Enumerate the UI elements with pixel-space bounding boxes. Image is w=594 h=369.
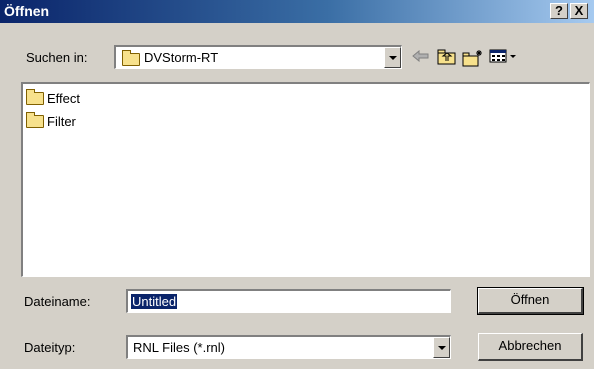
look-in-label: Suchen in:: [26, 50, 88, 65]
back-arrow-icon[interactable]: [410, 49, 432, 67]
filetype-label: Dateityp:: [24, 340, 76, 355]
folder-icon: [26, 111, 44, 128]
window-title: Öffnen: [4, 3, 50, 19]
close-button[interactable]: X: [570, 3, 588, 19]
filename-label: Dateiname:: [24, 294, 91, 309]
list-item-label: Effect: [47, 90, 81, 106]
cancel-button[interactable]: Abbrechen: [478, 333, 583, 361]
help-button[interactable]: ?: [550, 3, 568, 19]
filetype-dropdown-button[interactable]: [433, 337, 450, 358]
filetype-select[interactable]: RNL Files (*.rnl): [126, 335, 451, 359]
filename-value: Untitled: [131, 294, 178, 309]
filename-field[interactable]: Untitled: [126, 289, 451, 313]
folder-icon: [26, 88, 44, 105]
list-item[interactable]: Effect: [26, 88, 81, 106]
folder-open-icon: [122, 50, 140, 66]
up-folder-icon[interactable]: [436, 49, 458, 67]
filetype-value: RNL Files (*.rnl): [133, 340, 225, 355]
look-in-dropdown-button[interactable]: [384, 47, 401, 68]
open-button[interactable]: Öffnen: [477, 287, 584, 315]
list-item-label: Filter: [47, 113, 76, 129]
title-bar[interactable]: Öffnen ? X: [0, 0, 594, 23]
look-in-value: DVStorm-RT: [144, 50, 219, 65]
look-in-combo[interactable]: DVStorm-RT: [114, 45, 402, 69]
new-folder-icon[interactable]: [462, 49, 484, 67]
file-list[interactable]: Effect Filter: [21, 82, 590, 277]
list-item[interactable]: Filter: [26, 111, 76, 129]
view-menu-icon[interactable]: [488, 49, 520, 67]
